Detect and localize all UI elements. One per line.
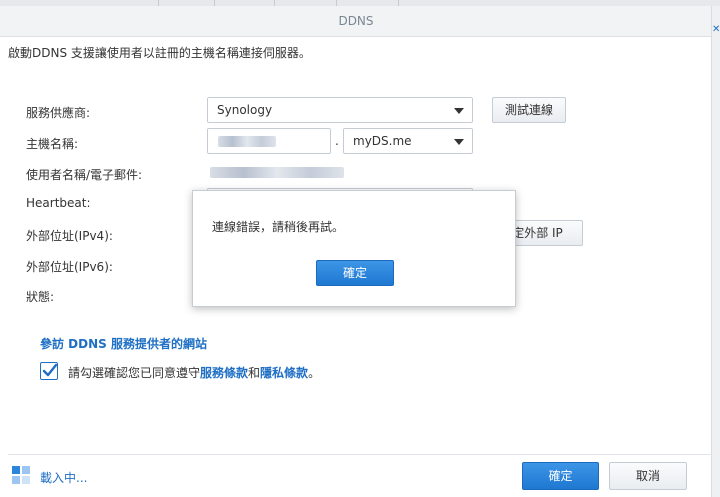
test-connection-button[interactable]: 測試連線 bbox=[492, 97, 566, 123]
window-edge bbox=[711, 6, 720, 497]
page-description: 啟動DDNS 支援讓使用者以註冊的主機名稱連接伺服器。 bbox=[8, 46, 311, 60]
hostname-label: 主機名稱: bbox=[26, 137, 79, 151]
ipv6-label: 外部位址(IPv6): bbox=[26, 260, 113, 274]
agreement-and: 和 bbox=[248, 366, 261, 380]
hostname-blurred-value bbox=[218, 136, 276, 147]
hostname-dot: . bbox=[335, 134, 339, 148]
privacy-policy-link[interactable]: 隱私條款 bbox=[260, 366, 308, 380]
terms-of-service-link[interactable]: 服務條款 bbox=[200, 366, 248, 380]
domain-value: myDS.me bbox=[353, 134, 412, 148]
provider-select[interactable]: Synology bbox=[207, 97, 473, 123]
username-label: 使用者名稱/電子郵件: bbox=[26, 168, 143, 182]
provider-label: 服務供應商: bbox=[26, 106, 91, 120]
heartbeat-label: Heartbeat: bbox=[26, 196, 91, 210]
check-icon bbox=[42, 363, 58, 377]
chevron-down-icon bbox=[454, 108, 464, 114]
grid-loading-icon bbox=[12, 466, 30, 484]
alert-message: 連線錯誤，請稍後再試。 bbox=[212, 220, 345, 234]
close-icon[interactable]: ✕ bbox=[712, 24, 720, 35]
cancel-button[interactable]: 取消 bbox=[609, 462, 687, 490]
domain-select[interactable]: myDS.me bbox=[343, 128, 473, 154]
hostname-input[interactable] bbox=[207, 128, 331, 154]
agreement-text: 請勾選確認您已同意遵守服務條款和隱私條款。 bbox=[68, 364, 320, 381]
provider-value: Synology bbox=[217, 103, 273, 117]
error-alert-dialog: 連線錯誤，請稍後再試。 確定 bbox=[192, 190, 516, 307]
footer-divider bbox=[8, 454, 712, 455]
ipv4-label: 外部位址(IPv4): bbox=[26, 229, 113, 243]
status-label: 狀態: bbox=[26, 290, 55, 304]
alert-ok-button[interactable]: 確定 bbox=[316, 260, 394, 286]
agreement-prefix: 請勾選確認您已同意遵守 bbox=[68, 366, 201, 380]
chevron-down-icon bbox=[454, 139, 464, 145]
agreement-checkbox[interactable] bbox=[40, 362, 58, 380]
window-title: DDNS bbox=[0, 6, 712, 37]
loading-status: 載入中... bbox=[40, 471, 88, 485]
ok-button[interactable]: 確定 bbox=[522, 462, 599, 490]
provider-website-link[interactable]: 參訪 DDNS 服務提供者的網站 bbox=[40, 335, 207, 352]
username-blurred-value bbox=[210, 167, 344, 178]
agreement-suffix: 。 bbox=[308, 366, 321, 380]
